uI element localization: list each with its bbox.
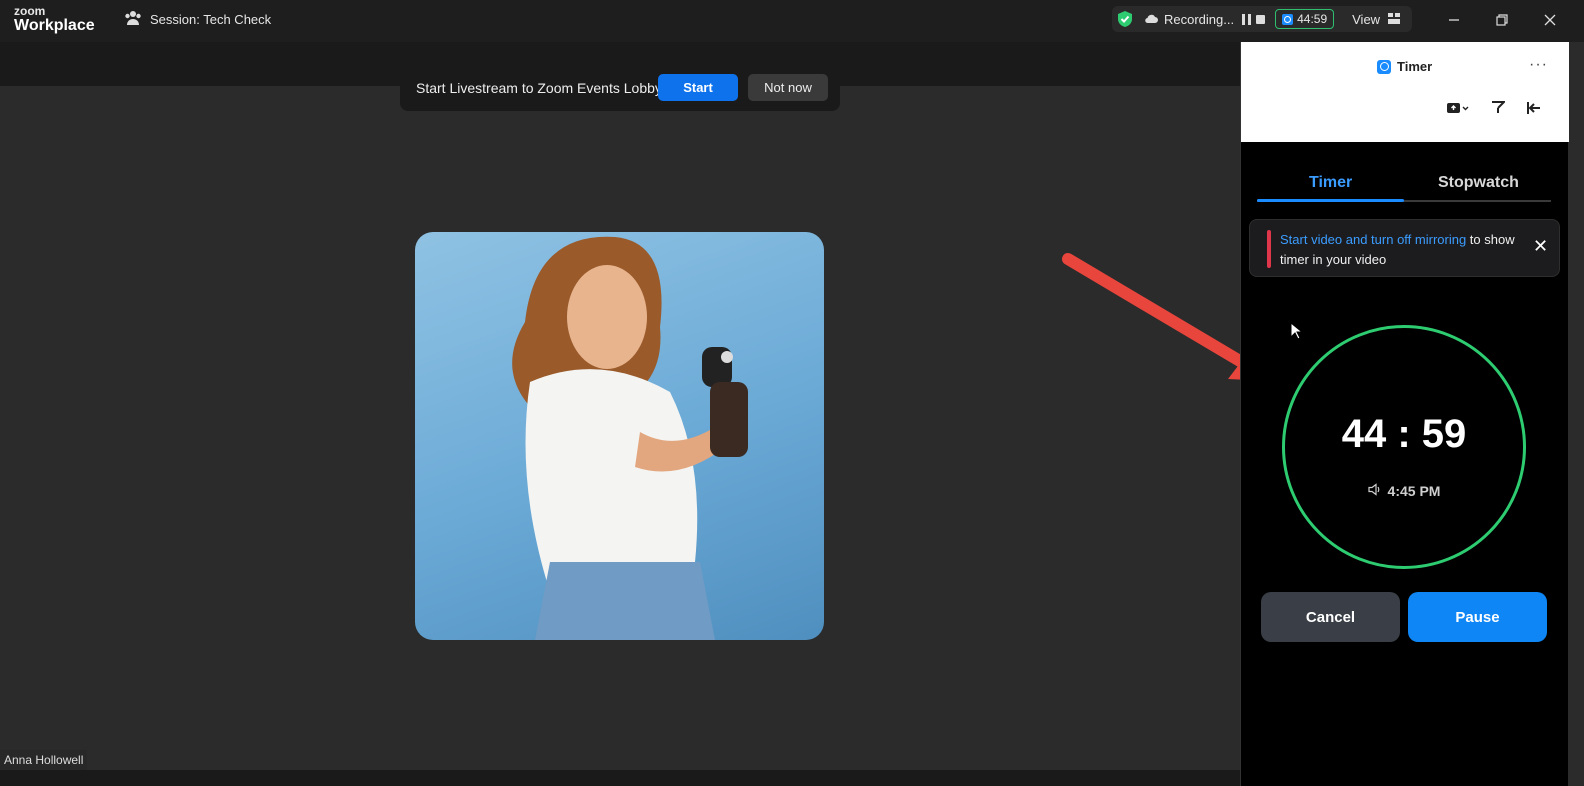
pause-button[interactable]: Pause (1408, 592, 1547, 642)
active-tab-indicator (1257, 199, 1404, 202)
pause-recording-icon[interactable] (1242, 13, 1252, 25)
tab-timer[interactable]: Timer (1309, 174, 1352, 192)
more-options-icon[interactable]: ··· (1529, 56, 1548, 74)
window-controls (1430, 8, 1574, 32)
cloud-icon (1144, 12, 1158, 27)
minimize-icon[interactable] (1430, 8, 1478, 32)
share-dropdown-icon[interactable] (1447, 101, 1469, 117)
speaker-icon[interactable] (1367, 483, 1382, 499)
notice-text: Start video and turn off mirroring to sh… (1280, 230, 1520, 270)
participant-video-tile[interactable] (415, 232, 824, 640)
close-notice-icon[interactable]: ✕ (1533, 236, 1548, 257)
timer-tabs: Timer Stopwatch (1257, 170, 1551, 202)
start-video-link[interactable]: Start video and turn off mirroring (1280, 232, 1466, 247)
timer-ring: 44 : 59 4:45 PM (1282, 325, 1526, 569)
timer-remaining: 44 : 59 (1341, 412, 1467, 456)
session-label: Session: Tech Check (150, 12, 272, 27)
meeting-status-group: Recording... 44:59 View (1112, 6, 1412, 32)
start-livestream-button[interactable]: Start (658, 74, 738, 101)
recording-controls (1242, 13, 1266, 25)
cancel-button[interactable]: Cancel (1261, 592, 1400, 642)
recording-label: Recording... (1164, 11, 1235, 27)
timer-app-icon (1282, 13, 1294, 25)
panel-header-tools (1447, 100, 1541, 117)
panel-title: Timer (1377, 59, 1432, 74)
end-time-value: 4:45 PM (1387, 483, 1441, 499)
livestream-prompt-banner: Start Livestream to Zoom Events Lobby? S… (400, 65, 840, 111)
stop-recording-icon[interactable] (1256, 14, 1266, 24)
meeting-bottom-strip (0, 770, 1240, 786)
timer-side-panel: Timer ··· Timer Stopwatch Start video an… (1240, 42, 1569, 786)
zoom-meeting-window: zoom Workplace Session: Tech Check Recor… (0, 0, 1584, 786)
timer-chip-value: 44:59 (1297, 12, 1328, 26)
logo-bottom: Workplace (14, 17, 95, 34)
tab-stopwatch[interactable]: Stopwatch (1438, 174, 1519, 192)
participant-name-tag: Anna Hollowell (0, 750, 88, 770)
panel-header: Timer ··· (1241, 42, 1569, 142)
restore-icon[interactable] (1478, 8, 1526, 32)
mirroring-notice: Start video and turn off mirroring to sh… (1249, 219, 1560, 277)
zoom-workplace-logo: zoom Workplace (14, 5, 95, 34)
mouse-cursor-icon (1290, 322, 1302, 340)
livestream-prompt-text: Start Livestream to Zoom Events Lobby? (416, 80, 670, 96)
collapse-panel-icon[interactable] (1527, 101, 1541, 117)
view-button[interactable]: View (1352, 11, 1401, 27)
title-bar: zoom Workplace Session: Tech Check Recor… (0, 0, 1584, 42)
view-label: View (1352, 11, 1381, 27)
timer-end-time: 4:45 PM (1285, 483, 1523, 499)
close-icon[interactable] (1526, 8, 1574, 32)
not-now-button[interactable]: Not now (748, 74, 828, 101)
logo-top: zoom (14, 4, 46, 18)
timer-chip[interactable]: 44:59 (1275, 9, 1335, 29)
grid-view-icon (1388, 12, 1401, 27)
notice-accent-bar (1267, 230, 1271, 268)
timer-app-icon (1377, 59, 1391, 74)
encryption-shield-icon[interactable] (1116, 10, 1134, 28)
people-icon (124, 10, 142, 29)
panel-title-text: Timer (1397, 59, 1433, 74)
recording-indicator[interactable]: Recording... (1144, 12, 1234, 27)
pop-out-icon[interactable] (1491, 100, 1507, 117)
session-info[interactable]: Session: Tech Check (124, 10, 271, 29)
participant-photo (512, 236, 748, 640)
